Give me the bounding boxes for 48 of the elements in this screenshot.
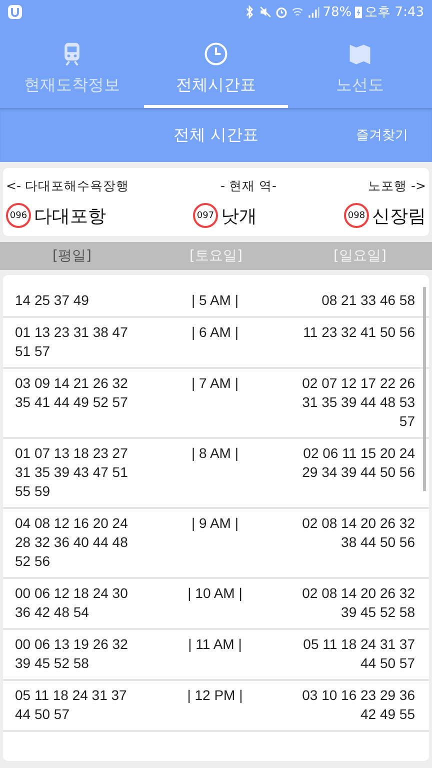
table-cell-text: 01 13 23 31 38 47 51 57 bbox=[15, 323, 129, 361]
app-logo-icon bbox=[7, 4, 23, 20]
table-cell-text: 01 07 13 18 23 27 31 35 39 43 47 51 55 59 bbox=[15, 444, 129, 501]
signal-icon bbox=[306, 5, 320, 19]
hour-cell-text: | 8 AM | bbox=[190, 444, 240, 463]
hour-cell-text: | 10 AM | bbox=[186, 584, 244, 603]
table-cell-text: 02 08 14 20 26 32 39 45 52 58 bbox=[301, 584, 415, 622]
direction-label: <- 다대포해수욕장행 bbox=[6, 178, 129, 195]
station-name[interactable]: 낫개 bbox=[221, 204, 257, 228]
table-cell-text: 00 06 12 18 24 30 36 42 48 54 bbox=[15, 584, 129, 622]
station-name[interactable]: 다대포항 bbox=[34, 204, 106, 228]
station-code-badge: 097 bbox=[193, 203, 218, 228]
battery-charging-icon bbox=[354, 5, 362, 19]
mute-icon bbox=[258, 5, 272, 19]
nav-tab[interactable]: 노선도 bbox=[288, 24, 432, 108]
table-cell-text: 02 07 12 17 22 26 31 35 39 44 48 53 57 bbox=[301, 374, 415, 431]
direction-label: 노포행 -> bbox=[368, 178, 426, 195]
station-code-badge: 098 bbox=[344, 203, 369, 228]
clock-icon bbox=[203, 40, 229, 66]
table-cell-text: 03 09 14 21 26 32 35 41 44 49 52 57 bbox=[15, 374, 129, 412]
current-station-label: - 현재 역- bbox=[220, 178, 276, 195]
hour-cell-text: | 11 AM | bbox=[187, 635, 243, 654]
table-cell-text: 08 21 33 46 58 bbox=[320, 291, 415, 310]
table-cell-text: 05 11 18 24 31 37 44 50 57 bbox=[302, 635, 415, 673]
battery-percent: 78% bbox=[322, 4, 352, 20]
table-cell-text: 04 08 12 16 20 24 28 32 36 40 44 48 52 56 bbox=[15, 514, 129, 571]
table-cell-text: 14 25 37 49 bbox=[15, 291, 90, 310]
station-code-badge: 096 bbox=[6, 203, 31, 228]
hour-cell-text: | 9 AM | bbox=[190, 514, 240, 533]
hour-cell-text: | 5 AM | bbox=[190, 291, 240, 310]
alarm-icon bbox=[274, 5, 288, 19]
hour-cell-text: | 12 PM | bbox=[186, 686, 244, 705]
table-cell-text: 02 08 14 20 26 32 38 44 50 56 bbox=[301, 514, 415, 552]
nav-tab[interactable]: 현재도착정보 bbox=[0, 24, 144, 108]
table-cell-text: 03 10 16 23 29 36 42 49 55 bbox=[301, 686, 415, 724]
clock-time: 오후 7:43 bbox=[364, 4, 424, 21]
table-cell-text: 11 23 32 41 50 56 bbox=[302, 323, 415, 342]
nav-tab[interactable]: 전체시간표 bbox=[144, 24, 288, 108]
table-cell-text: 02 06 11 15 20 24 29 34 39 44 50 56 bbox=[301, 444, 415, 482]
table-cell-text: 05 11 18 24 31 37 44 50 57 bbox=[15, 686, 128, 724]
screen-title: 전체 시간표 bbox=[173, 124, 259, 146]
day-tab[interactable]: [평일] bbox=[0, 247, 144, 265]
table-cell-text: 00 06 13 19 26 32 39 45 52 58 bbox=[15, 635, 129, 673]
scrollbar[interactable] bbox=[423, 287, 426, 491]
station-name[interactable]: 신장림 bbox=[372, 204, 426, 228]
favorites-button[interactable]: 즐겨찾기 bbox=[352, 122, 412, 148]
hour-cell-text: | 6 AM | bbox=[190, 323, 240, 342]
hour-cell-text: | 7 AM | bbox=[190, 374, 240, 393]
